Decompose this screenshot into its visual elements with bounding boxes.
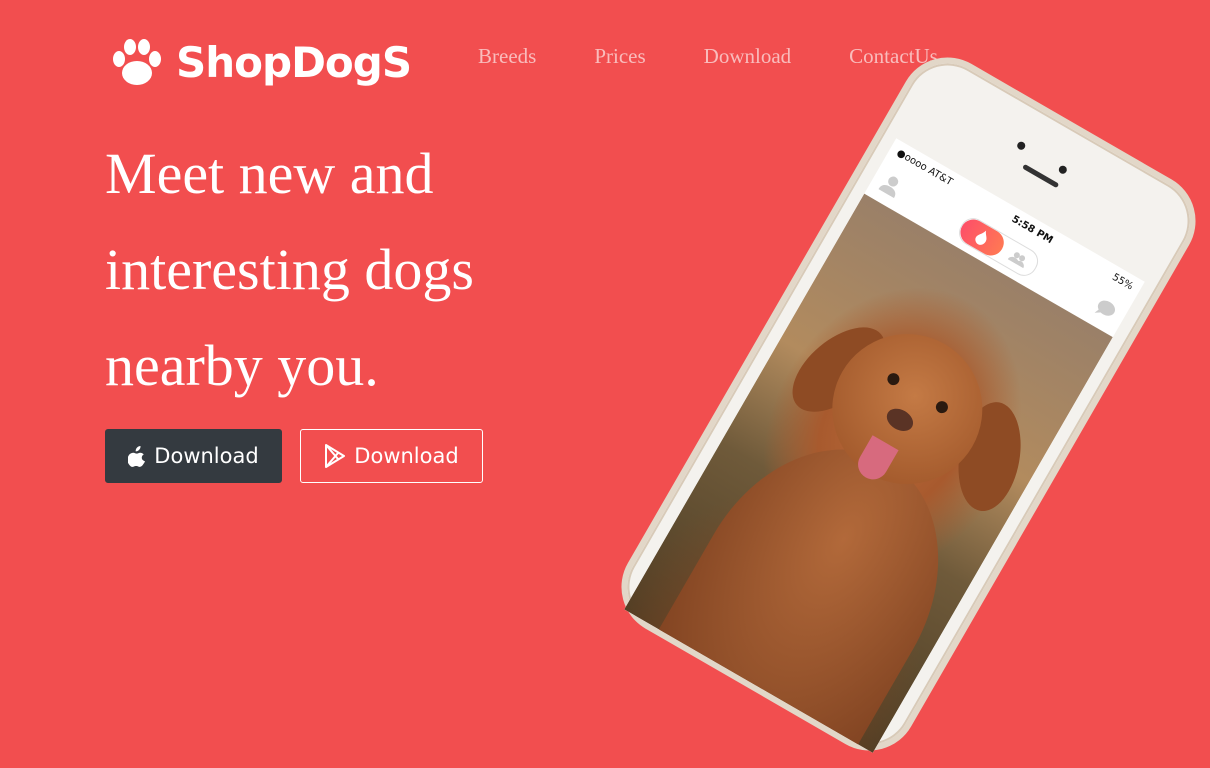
phone-sensor bbox=[1056, 164, 1068, 175]
google-play-icon bbox=[325, 444, 346, 468]
phone-camera bbox=[1015, 140, 1027, 151]
phone-screen: ●oooo AT&T 5:58 PM 55% bbox=[624, 138, 1145, 753]
brand-name: ShopDogS bbox=[176, 37, 412, 87]
phone-mockup: ●oooo AT&T 5:58 PM 55% bbox=[603, 39, 1210, 768]
hero-headline: Meet new and interesting dogs nearby you… bbox=[105, 141, 474, 398]
main-nav: Breeds Prices Download ContactUs bbox=[478, 44, 996, 69]
phone-speaker bbox=[1021, 163, 1059, 188]
google-play-download-button[interactable]: Download bbox=[300, 429, 483, 483]
nav-breeds[interactable]: Breeds bbox=[478, 44, 536, 69]
app-store-download-label: Download bbox=[154, 444, 259, 468]
apple-icon bbox=[128, 445, 146, 467]
paw-icon bbox=[113, 39, 161, 85]
brand-logo[interactable]: ShopDogS bbox=[110, 32, 412, 92]
google-play-download-label: Download bbox=[354, 444, 459, 468]
chat-icon[interactable] bbox=[1093, 296, 1119, 322]
nav-prices[interactable]: Prices bbox=[594, 44, 645, 69]
profile-icon[interactable] bbox=[878, 172, 904, 199]
nav-download[interactable]: Download bbox=[704, 44, 792, 69]
app-store-download-button[interactable]: Download bbox=[105, 429, 282, 483]
